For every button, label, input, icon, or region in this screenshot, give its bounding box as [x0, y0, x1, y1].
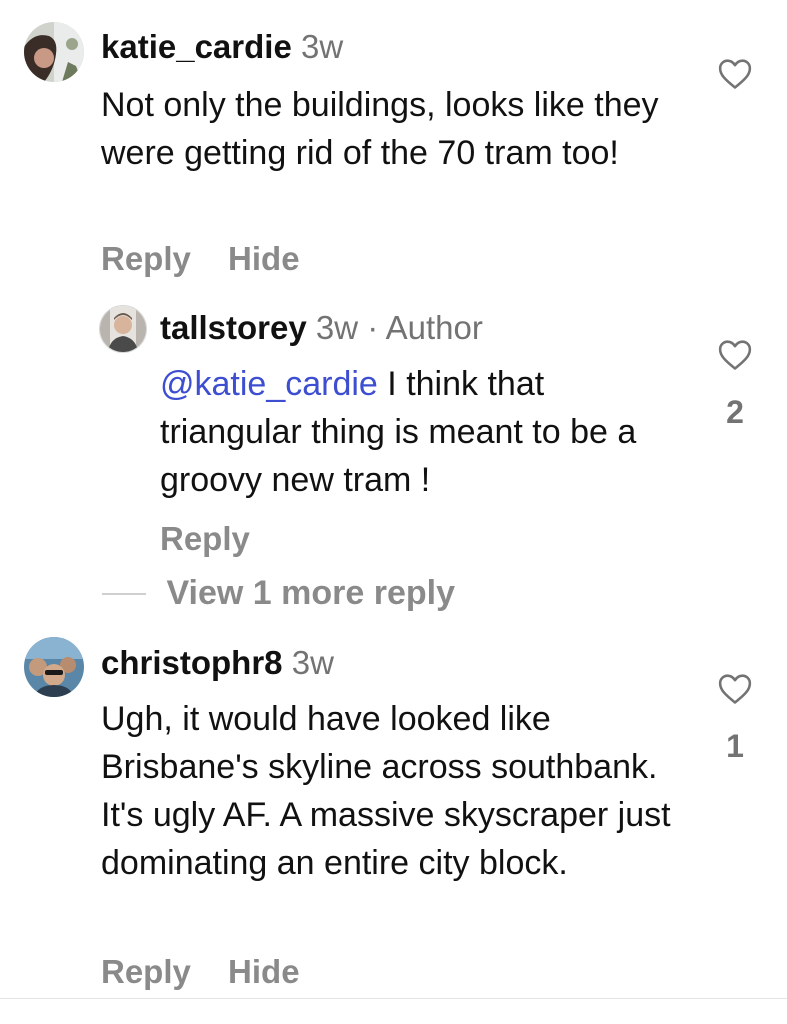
view-more-replies-label: View 1 more reply: [166, 574, 455, 612]
comment-header: katie_cardie 3w: [101, 27, 343, 67]
view-more-replies-button[interactable]: View 1 more reply: [102, 574, 455, 613]
username[interactable]: christophr8: [101, 644, 283, 681]
hide-button[interactable]: Hide: [228, 953, 300, 990]
separator: ·: [367, 309, 379, 346]
comment-actions: Reply Hide: [101, 240, 328, 278]
comment-actions: Reply Hide: [101, 953, 328, 991]
timestamp: 3w: [291, 644, 334, 681]
heart-outline-icon: [718, 59, 752, 89]
heart-outline-icon: [718, 340, 752, 370]
comment-text: Not only the buildings, looks like they …: [101, 86, 659, 172]
like-button[interactable]: 1: [713, 673, 757, 762]
timestamp: 3w: [315, 309, 359, 346]
reply-button[interactable]: Reply: [101, 953, 191, 990]
timestamp: 3w: [300, 28, 344, 65]
heart-outline-icon: [718, 674, 752, 704]
mention-link[interactable]: @katie_cardie: [160, 365, 378, 403]
comment-text: @katie_cardie I think that triangular th…: [160, 360, 680, 504]
username[interactable]: tallstorey: [160, 309, 307, 346]
avatar[interactable]: [24, 637, 84, 697]
like-count: 1: [726, 728, 744, 764]
comment-actions: Reply: [160, 520, 278, 558]
comment-header: christophr8 3w: [101, 643, 334, 683]
reply-button[interactable]: Reply: [160, 520, 250, 557]
comment-header: tallstorey 3w · Author: [160, 308, 483, 348]
reply-button[interactable]: Reply: [101, 240, 191, 277]
reply-thread-line: [102, 592, 146, 595]
like-count: 2: [726, 394, 744, 430]
comment-text: Ugh, it would have looked like Brisbane'…: [101, 700, 671, 882]
avatar[interactable]: [24, 22, 84, 82]
divider: [0, 998, 787, 999]
author-badge: Author: [385, 309, 483, 346]
hide-button[interactable]: Hide: [228, 240, 300, 277]
username[interactable]: katie_cardie: [101, 28, 292, 65]
like-button[interactable]: 2: [713, 339, 757, 428]
like-button[interactable]: [713, 58, 757, 95]
avatar[interactable]: [99, 305, 147, 353]
